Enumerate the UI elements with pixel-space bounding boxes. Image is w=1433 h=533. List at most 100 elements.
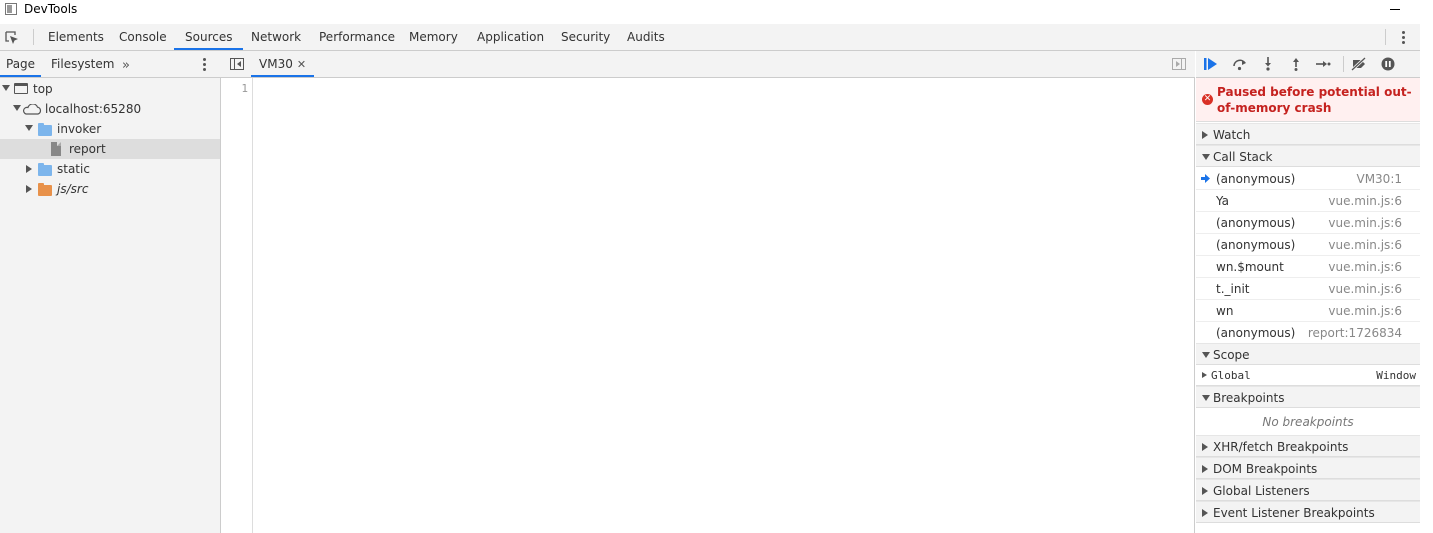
step-out-icon[interactable] xyxy=(1288,57,1304,71)
tree-item-invoker[interactable]: invoker xyxy=(0,119,220,139)
expand-arrow-icon xyxy=(1202,352,1210,358)
section-title: DOM Breakpoints xyxy=(1213,462,1318,476)
tab-elements[interactable]: Elements xyxy=(48,24,104,50)
tab-network[interactable]: Network xyxy=(251,24,301,50)
expand-arrow-icon[interactable] xyxy=(13,105,21,111)
collapse-arrow-icon xyxy=(1202,443,1208,451)
frame-location[interactable]: vue.min.js:6 xyxy=(1328,212,1402,234)
section-global-listeners[interactable]: Global Listeners xyxy=(1196,479,1420,501)
section-breakpoints[interactable]: Breakpoints xyxy=(1196,386,1420,408)
frame-location[interactable]: report:1726834 xyxy=(1308,322,1402,344)
tab-console[interactable]: Console xyxy=(119,24,167,50)
navigator-tab-bar: Page Filesystem » xyxy=(0,51,221,78)
tab-memory[interactable]: Memory xyxy=(409,24,458,50)
section-title: Global Listeners xyxy=(1213,484,1310,498)
call-frame[interactable]: wn vue.min.js:6 xyxy=(1196,300,1420,322)
toggle-navigator-icon[interactable] xyxy=(230,58,244,70)
section-title: Event Listener Breakpoints xyxy=(1213,506,1375,520)
toggle-debugger-icon[interactable] xyxy=(1172,58,1186,70)
tree-item-label: top xyxy=(33,82,53,96)
paused-banner: ✕ Paused before potential out-of-memory … xyxy=(1196,78,1420,122)
frame-location[interactable]: vue.min.js:6 xyxy=(1328,190,1402,212)
tab-security[interactable]: Security xyxy=(561,24,610,50)
section-event-listener-breakpoints[interactable]: Event Listener Breakpoints xyxy=(1196,501,1420,523)
section-title: Watch xyxy=(1213,128,1251,142)
expand-arrow-icon xyxy=(1202,395,1210,401)
call-frame[interactable]: (anonymous) VM30:1 xyxy=(1196,168,1420,190)
tree-item-label: report xyxy=(69,142,106,156)
tree-item-localhost[interactable]: localhost:65280 xyxy=(0,99,220,119)
tree-item-static[interactable]: static xyxy=(0,159,220,179)
resume-icon[interactable] xyxy=(1203,57,1219,71)
section-xhr-breakpoints[interactable]: XHR/fetch Breakpoints xyxy=(1196,435,1420,457)
tree-item-label: invoker xyxy=(57,122,102,136)
error-icon: ✕ xyxy=(1202,94,1213,105)
collapse-arrow-icon xyxy=(1202,465,1208,473)
frame-function: (anonymous) xyxy=(1216,216,1296,230)
call-frame[interactable]: t._init vue.min.js:6 xyxy=(1196,278,1420,300)
frame-location[interactable]: vue.min.js:6 xyxy=(1328,234,1402,256)
line-gutter: 1 xyxy=(221,78,253,533)
step-into-icon[interactable] xyxy=(1260,57,1276,71)
folder-icon xyxy=(38,163,52,176)
navigator-menu-icon[interactable] xyxy=(203,58,207,72)
inspect-element-icon[interactable] xyxy=(5,31,19,45)
tree-item-report[interactable]: report xyxy=(0,139,220,159)
call-frame[interactable]: Ya vue.min.js:6 xyxy=(1196,190,1420,212)
pause-on-exceptions-icon[interactable] xyxy=(1380,57,1396,71)
section-scope[interactable]: Scope xyxy=(1196,343,1420,365)
scope-item-global[interactable]: Global Window xyxy=(1196,366,1420,386)
tree-item-js-src[interactable]: js/src xyxy=(0,179,220,199)
step-over-icon[interactable] xyxy=(1232,57,1248,71)
title-bar: DevTools xyxy=(0,0,1433,24)
tab-application[interactable]: Application xyxy=(477,24,544,50)
tree-item-label: localhost:65280 xyxy=(45,102,142,116)
paused-message: Paused before potential out-of-memory cr… xyxy=(1217,85,1412,115)
tree-item-label: js/src xyxy=(57,182,89,196)
section-watch[interactable]: Watch xyxy=(1196,123,1420,145)
tree-item-label: static xyxy=(57,162,90,176)
call-frame[interactable]: (anonymous) vue.min.js:6 xyxy=(1196,234,1420,256)
frame-location[interactable]: vue.min.js:6 xyxy=(1328,278,1402,300)
tab-filesystem[interactable]: Filesystem xyxy=(51,51,114,77)
deactivate-breakpoints-icon[interactable] xyxy=(1351,57,1367,71)
line-number[interactable]: 1 xyxy=(241,82,248,95)
editor-tab-vm30[interactable]: VM30 ✕ xyxy=(251,51,315,77)
editor-tab-label: VM30 xyxy=(259,57,293,71)
tab-audits[interactable]: Audits xyxy=(627,24,665,50)
app-icon xyxy=(5,3,17,15)
expand-arrow-icon[interactable] xyxy=(1202,372,1207,378)
main-tab-bar: Elements Console Sources Network Perform… xyxy=(0,24,1420,51)
frame-location[interactable]: vue.min.js:6 xyxy=(1328,300,1402,322)
close-icon[interactable]: ✕ xyxy=(297,58,306,71)
tree-item-top[interactable]: top xyxy=(0,79,220,99)
section-title: Breakpoints xyxy=(1213,391,1285,405)
minimize-button[interactable] xyxy=(1388,0,1408,18)
expand-arrow-icon[interactable] xyxy=(2,85,10,91)
collapse-arrow-icon xyxy=(1202,131,1208,139)
collapse-arrow-icon xyxy=(1202,487,1208,495)
source-editor: VM30 ✕ 1 xyxy=(221,51,1195,533)
section-dom-breakpoints[interactable]: DOM Breakpoints xyxy=(1196,457,1420,479)
call-frame[interactable]: (anonymous) report:1726834 xyxy=(1196,322,1420,344)
navigator-panel: Page Filesystem » top localhost:65280 in… xyxy=(0,51,221,533)
frame-location[interactable]: VM30:1 xyxy=(1356,168,1402,190)
expand-arrow-icon[interactable] xyxy=(25,125,33,131)
step-icon[interactable] xyxy=(1315,57,1331,71)
debugger-toolbar xyxy=(1196,51,1420,78)
collapse-arrow-icon xyxy=(1202,509,1208,517)
call-frame[interactable]: (anonymous) vue.min.js:6 xyxy=(1196,212,1420,234)
section-call-stack[interactable]: Call Stack xyxy=(1196,145,1420,167)
more-options-icon[interactable] xyxy=(1402,31,1406,45)
tab-sources[interactable]: Sources xyxy=(174,24,244,50)
scope-value: Window xyxy=(1376,369,1416,382)
expand-arrow-icon[interactable] xyxy=(26,185,32,193)
call-frame[interactable]: wn.$mount vue.min.js:6 xyxy=(1196,256,1420,278)
tab-performance[interactable]: Performance xyxy=(319,24,395,50)
file-tree: top localhost:65280 invoker report stati… xyxy=(0,79,220,199)
more-tabs-icon[interactable]: » xyxy=(122,58,130,73)
separator xyxy=(1343,56,1344,72)
tab-page[interactable]: Page xyxy=(0,51,42,77)
frame-location[interactable]: vue.min.js:6 xyxy=(1328,256,1402,278)
expand-arrow-icon[interactable] xyxy=(26,165,32,173)
